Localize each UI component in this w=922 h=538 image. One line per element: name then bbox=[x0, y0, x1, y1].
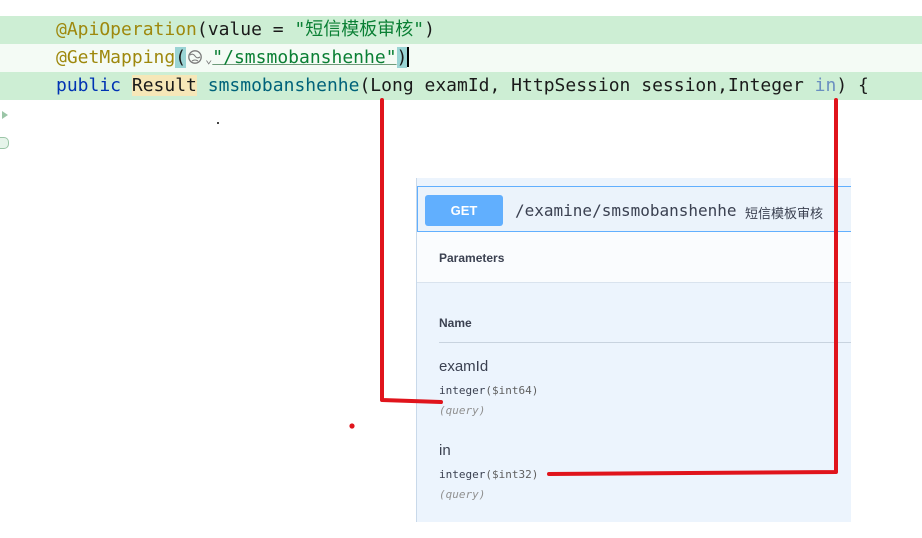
parameters-title: Parameters bbox=[439, 251, 505, 265]
column-divider bbox=[439, 342, 851, 343]
text-cursor bbox=[407, 47, 410, 67]
annotation-api-operation: @ApiOperation bbox=[56, 19, 197, 40]
operation-path: /examine/smsmobanshenhe bbox=[515, 201, 737, 220]
method-params-end: ) { bbox=[836, 75, 869, 96]
stray-dot bbox=[217, 122, 219, 124]
code-line-method-signature[interactable]: public Result smsmobanshenhe(Long examId… bbox=[0, 72, 922, 149]
parameter-type-name: integer bbox=[439, 468, 486, 481]
swagger-operation-panel: GET /examine/smsmobanshenhe 短信模板审核 Param… bbox=[416, 178, 851, 522]
method-params: (Long examId, HttpSession session,Intege… bbox=[359, 75, 815, 96]
operation-header[interactable]: GET /examine/smsmobanshenhe 短信模板审核 bbox=[417, 186, 851, 232]
close-paren-highlight: ) bbox=[396, 47, 408, 68]
param-in: in bbox=[814, 75, 837, 96]
parameters-section-header: Parameters bbox=[417, 232, 851, 283]
code-editor[interactable]: @ApiOperation(value = "短信模板审核") @GetMapp… bbox=[0, 0, 922, 149]
parameter-type: integer($int32) bbox=[439, 468, 538, 481]
parameter-type-name: integer bbox=[439, 384, 486, 397]
http-method-badge: GET bbox=[425, 195, 503, 226]
parameter-location: (query) bbox=[439, 404, 486, 417]
api-operation-value: "短信模板审核" bbox=[294, 19, 425, 40]
parameter-type: integer($int64) bbox=[439, 384, 538, 397]
annotation-dot bbox=[349, 423, 355, 429]
keyword-public: public bbox=[56, 75, 122, 96]
parameter-format: ($int32) bbox=[485, 468, 539, 481]
globe-icon[interactable] bbox=[187, 46, 203, 64]
code-line-api-operation[interactable]: @ApiOperation(value = "短信模板审核") bbox=[0, 16, 922, 93]
operation-summary: 短信模板审核 bbox=[745, 206, 824, 221]
name-column-header: Name bbox=[439, 316, 472, 330]
gutter-marker bbox=[0, 128, 10, 156]
parameter-name: in bbox=[439, 442, 451, 459]
parameter-location: (query) bbox=[439, 488, 486, 501]
code-line-get-mapping[interactable]: @GetMapping(⌄"/smsmobanshenhe") bbox=[0, 44, 922, 119]
annotation-args-open: (value = bbox=[196, 19, 295, 40]
open-paren-highlight: ( bbox=[175, 47, 187, 68]
method-name: smsmobanshenhe bbox=[207, 75, 360, 96]
get-mapping-value: "/smsmobanshenhe" bbox=[212, 47, 397, 68]
annotation-args-close: ) bbox=[424, 19, 435, 40]
parameter-name: examId bbox=[439, 358, 489, 375]
parameter-format: ($int64) bbox=[485, 384, 539, 397]
annotation-get-mapping: @GetMapping bbox=[56, 47, 176, 68]
return-type: Result bbox=[131, 75, 197, 96]
